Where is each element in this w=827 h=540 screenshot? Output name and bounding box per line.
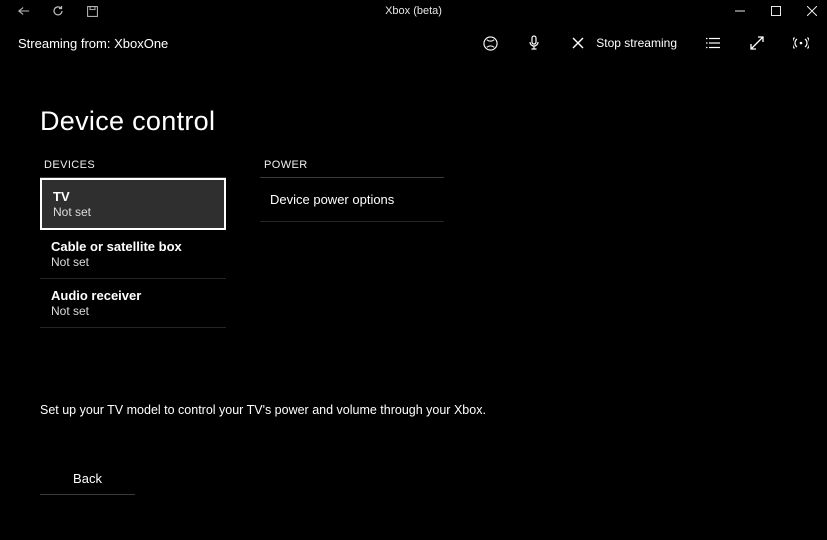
app-title: Xbox (beta) xyxy=(0,5,827,17)
save-icon[interactable] xyxy=(86,5,98,17)
back-button[interactable]: Back xyxy=(40,463,135,495)
helper-text: Set up your TV model to control your TV'… xyxy=(40,403,827,417)
device-name: Cable or satellite box xyxy=(51,239,215,254)
broadcast-icon[interactable] xyxy=(793,35,809,51)
microphone-icon[interactable] xyxy=(526,35,542,51)
device-item-cable[interactable]: Cable or satellite box Not set xyxy=(40,230,226,279)
power-header: POWER xyxy=(260,159,444,178)
refresh-icon[interactable] xyxy=(52,5,64,17)
device-item-audio[interactable]: Audio receiver Not set xyxy=(40,279,226,328)
xbox-logo-icon[interactable] xyxy=(482,35,498,51)
devices-header: DEVICES xyxy=(40,159,226,178)
page-title: Device control xyxy=(40,106,827,137)
power-column: POWER Device power options xyxy=(260,159,444,328)
back-arrow-icon[interactable] xyxy=(18,5,30,17)
devices-column: DEVICES TV Not set Cable or satellite bo… xyxy=(40,159,226,328)
window-maximize-button[interactable] xyxy=(769,4,783,18)
list-icon[interactable] xyxy=(705,35,721,51)
power-options-item[interactable]: Device power options xyxy=(260,178,444,222)
stop-streaming-label: Stop streaming xyxy=(596,36,677,50)
device-status: Not set xyxy=(51,304,215,318)
device-status: Not set xyxy=(51,255,215,269)
device-name: Audio receiver xyxy=(51,288,215,303)
back-button-label: Back xyxy=(73,471,102,486)
device-name: TV xyxy=(53,189,213,204)
fullscreen-icon[interactable] xyxy=(749,35,765,51)
close-icon xyxy=(570,35,586,51)
window-minimize-button[interactable] xyxy=(733,4,747,18)
device-item-tv[interactable]: TV Not set xyxy=(40,178,226,230)
window-close-button[interactable] xyxy=(805,4,819,18)
device-status: Not set xyxy=(53,205,213,219)
stream-source-label: Streaming from: XboxOne xyxy=(18,36,168,51)
stop-streaming-button[interactable]: Stop streaming xyxy=(570,35,677,51)
